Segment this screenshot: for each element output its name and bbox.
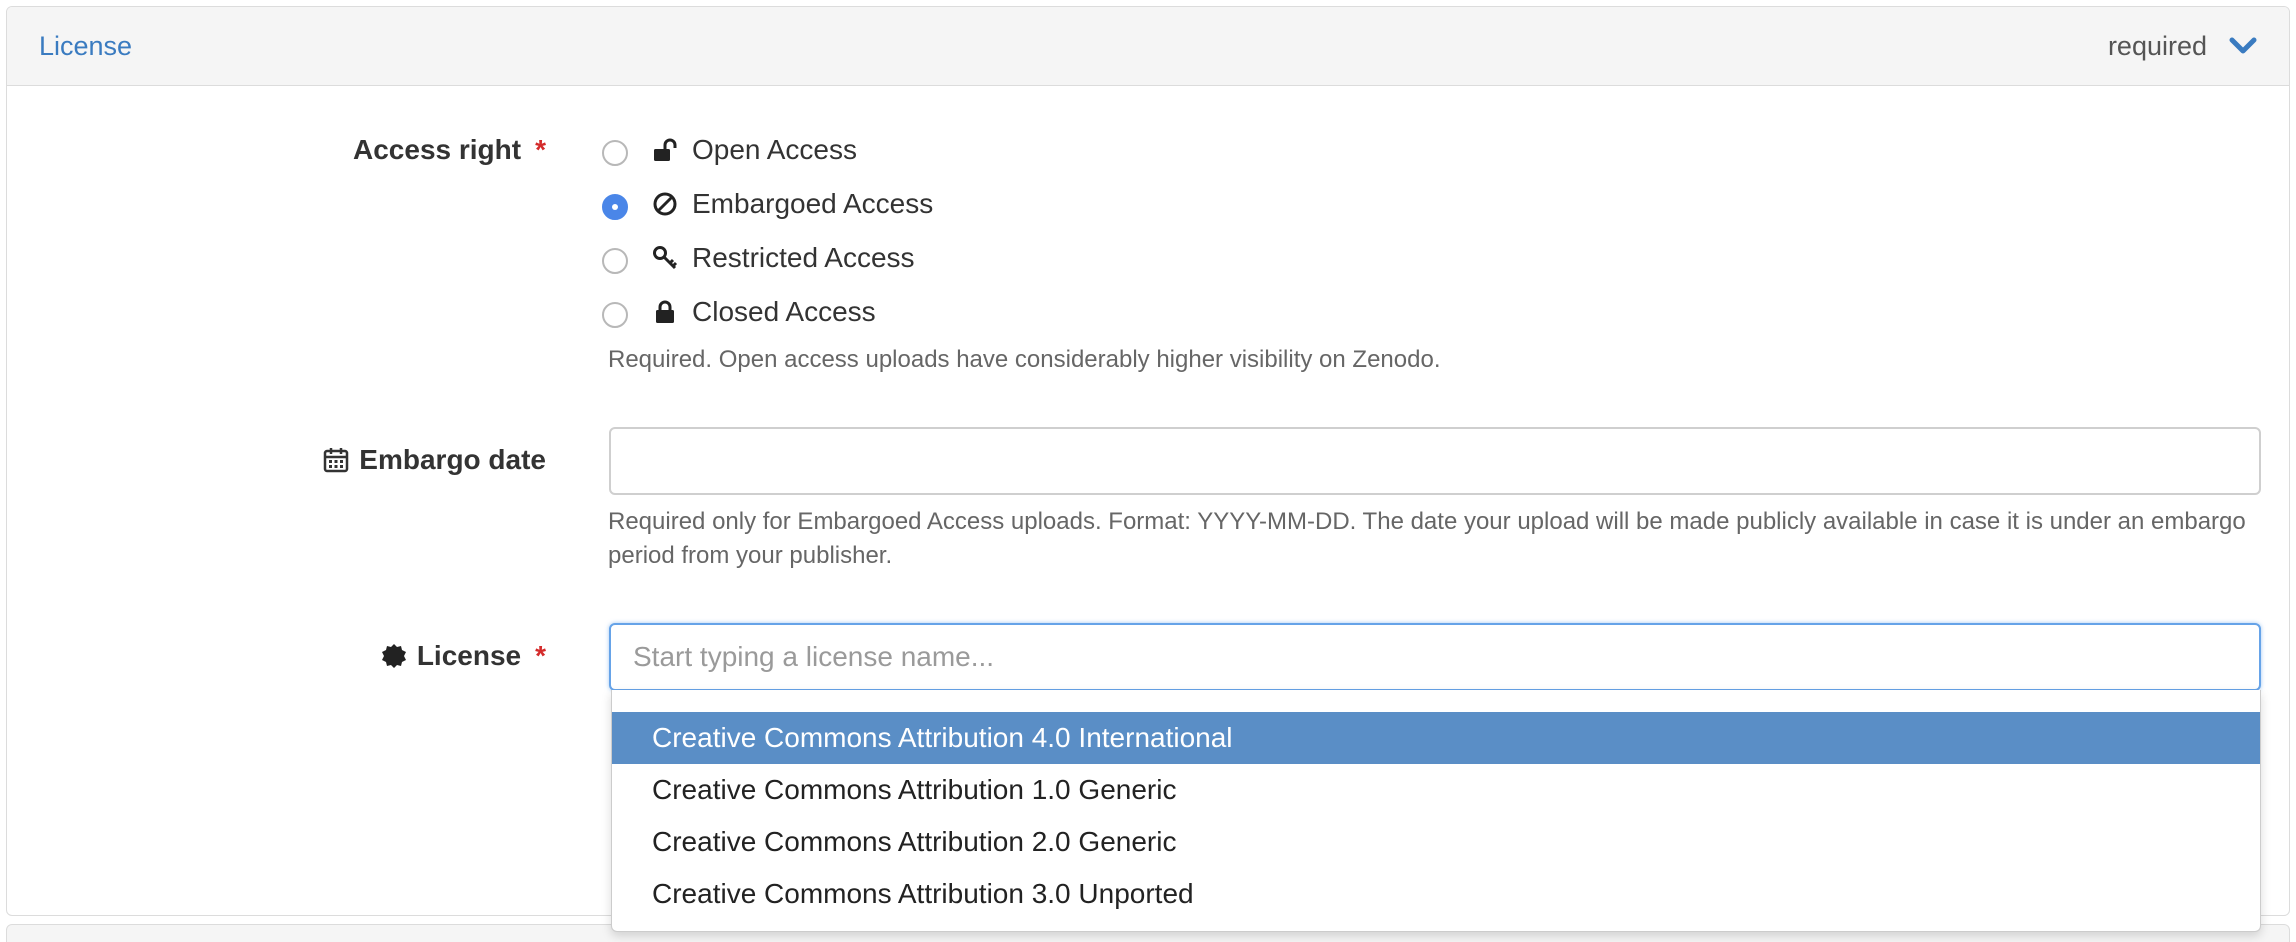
access-right-help: Required. Open access uploads have consi…	[608, 346, 1441, 373]
certificate-icon	[381, 643, 407, 669]
required-label: required	[2107, 30, 2207, 61]
calendar-icon	[323, 447, 349, 473]
radio-embargoed-access[interactable]: Embargoed Access	[602, 184, 933, 224]
embargo-date-input[interactable]	[609, 427, 2261, 495]
chevron-down-icon[interactable]	[2229, 35, 2257, 57]
radio-closed-access[interactable]: Closed Access	[602, 292, 876, 332]
license-suggestion-item[interactable]: Creative Commons Attribution 1.0 Generic	[612, 764, 2260, 816]
lock-icon	[652, 299, 678, 325]
embargo-date-help: Required only for Embargoed Access uploa…	[608, 508, 2246, 569]
radio-button[interactable]	[602, 302, 628, 328]
license-label-text: License	[416, 640, 522, 671]
radio-restricted-access[interactable]: Restricted Access	[602, 238, 915, 278]
license-label: License *	[0, 636, 546, 676]
access-right-label-text: Access right	[353, 134, 522, 165]
radio-label: Embargoed Access	[692, 188, 934, 219]
license-search-input[interactable]	[609, 623, 2261, 691]
required-asterisk: *	[535, 134, 546, 165]
radio-button[interactable]	[602, 140, 628, 166]
unlock-icon	[652, 137, 678, 163]
radio-label: Restricted Access	[692, 242, 915, 273]
license-suggestion-item[interactable]: Creative Commons Attribution 3.0 Unporte…	[612, 868, 2260, 920]
panel-header[interactable]: License required	[7, 7, 2289, 86]
embargo-date-label: Embargo date	[0, 440, 546, 480]
radio-open-access[interactable]: Open Access	[602, 130, 857, 170]
access-right-label: Access right *	[0, 130, 546, 170]
radio-button-checked[interactable]	[602, 194, 628, 220]
radio-label: Closed Access	[692, 296, 876, 327]
radio-button[interactable]	[602, 248, 628, 274]
license-suggestions-dropdown: Creative Commons Attribution 4.0 Interna…	[611, 690, 2261, 932]
embargo-date-label-text: Embargo date	[359, 444, 546, 475]
required-asterisk: *	[535, 640, 546, 671]
radio-label: Open Access	[692, 134, 857, 165]
key-icon	[652, 245, 678, 271]
license-suggestion-item[interactable]: Creative Commons Attribution 4.0 Interna…	[612, 712, 2260, 764]
license-suggestion-item[interactable]: Creative Commons Attribution 2.0 Generic	[612, 816, 2260, 868]
ban-icon	[652, 191, 678, 217]
panel-header-right: required	[2108, 31, 2257, 62]
panel-title[interactable]: License	[39, 31, 132, 62]
